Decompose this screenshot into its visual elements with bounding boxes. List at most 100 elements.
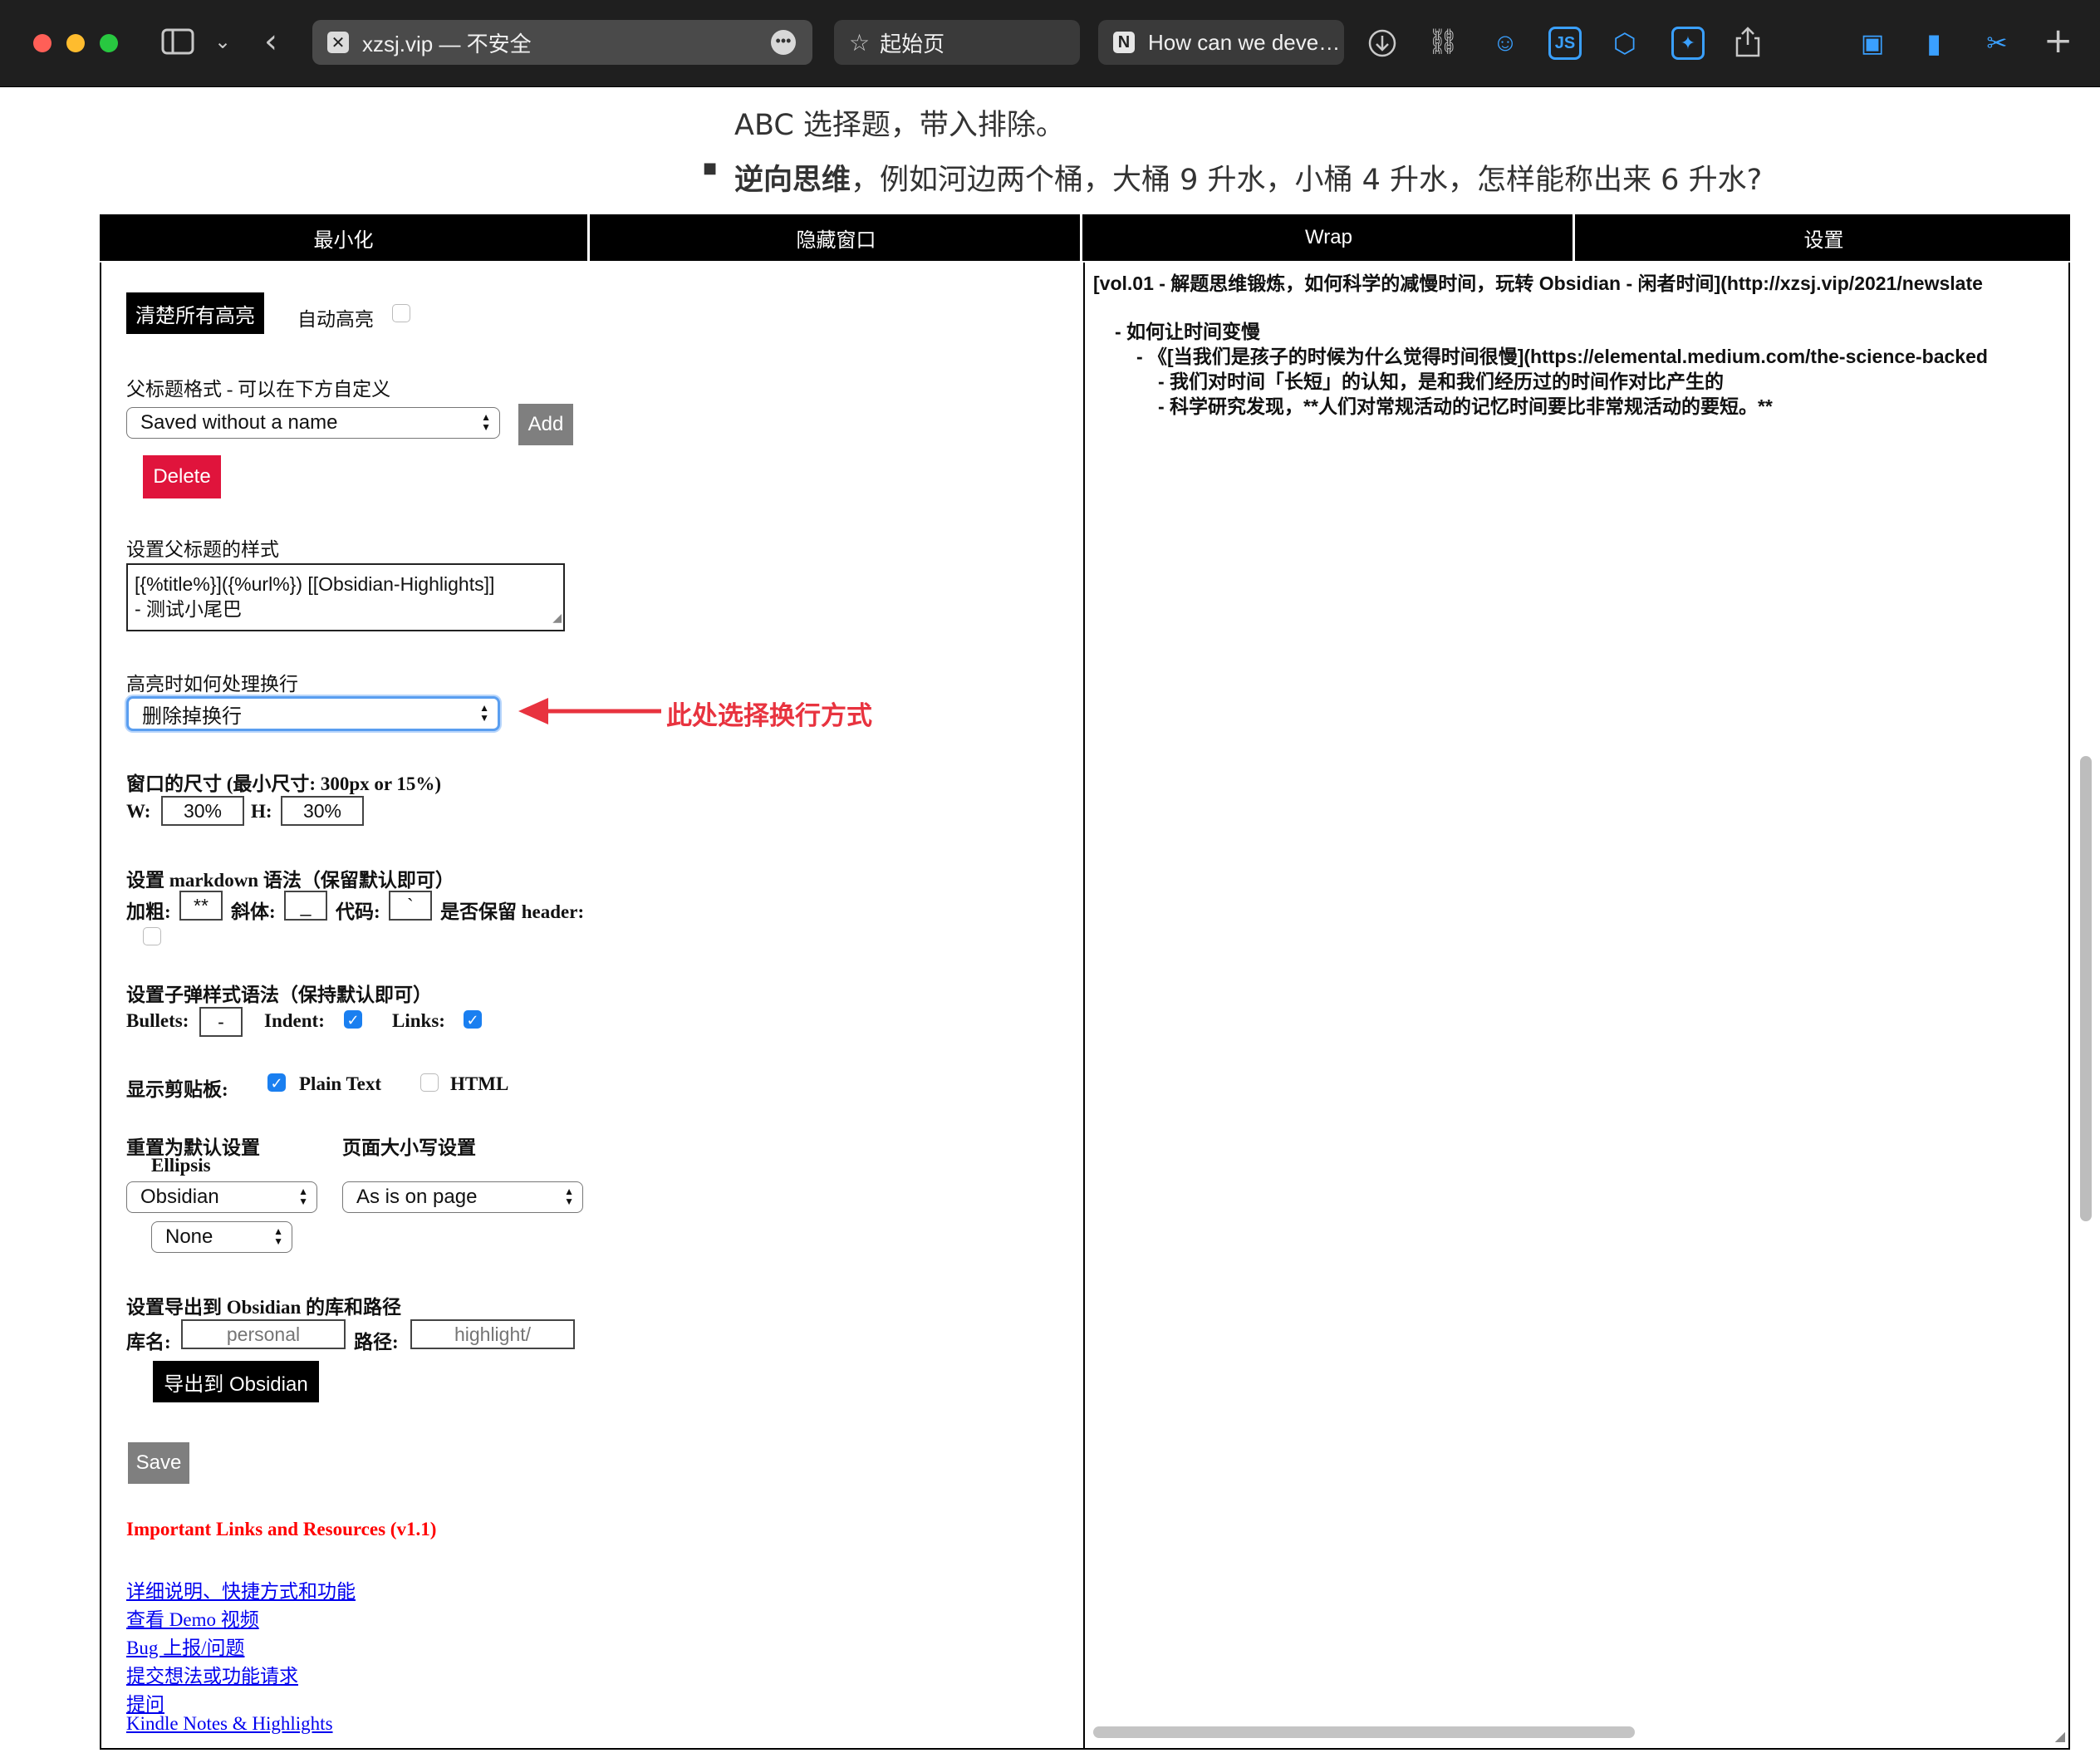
add-button[interactable]: Add [518, 404, 573, 445]
vault-input[interactable] [181, 1319, 346, 1349]
js-extension-icon[interactable]: JS [1548, 27, 1582, 60]
ellipsis-label: Ellipsis [151, 1155, 211, 1176]
bookmark-extension-icon[interactable]: ✦ [1671, 27, 1705, 60]
html-checkbox[interactable] [420, 1073, 439, 1092]
bold-label: 加粗: [126, 901, 171, 922]
link-icon[interactable]: ⛓ [1427, 30, 1459, 55]
tab-notion[interactable]: N How can we deve… [1098, 20, 1344, 65]
address-bar[interactable]: ✕ xzsj.vip — 不安全 ••• [312, 20, 812, 65]
height-label: H: [251, 801, 272, 822]
output-line-note: - 我们对时间「长短」的认知，是和我们经历过的时间作对比产生的 [1158, 371, 1725, 392]
links-checkbox[interactable]: ✓ [464, 1010, 482, 1029]
textarea-line: - 测试小尾巴 [135, 598, 243, 620]
export-obsidian-button[interactable]: 导出到 Obsidian [153, 1361, 319, 1402]
link-feature-request[interactable]: 提交想法或功能请求 [126, 1660, 298, 1688]
parent-style-label: 设置父标题的样式 [126, 539, 279, 560]
textarea-line: [{%title%}]({%url%}) [[Obsidian-Highligh… [135, 573, 495, 595]
horizontal-scrollbar[interactable] [1093, 1726, 1635, 1738]
tab-start-page[interactable]: ☆ 起始页 [834, 20, 1080, 65]
back-icon[interactable]: ‹ [264, 25, 277, 58]
parent-title-format-label: 父标题格式 - 可以在下方自定义 [126, 379, 391, 400]
tab-label: 起始页 [880, 31, 945, 56]
link-docs[interactable]: 详细说明、快捷方式和功能 [126, 1575, 356, 1603]
italic-label: 斜体: [231, 901, 276, 922]
select-arrows-icon: ▲ ▼ [298, 1186, 308, 1207]
links-label: Links: [392, 1010, 445, 1031]
link-ask-question[interactable]: 提问 [126, 1688, 164, 1716]
highlight-output-panel[interactable]: [vol.01 - 解题思维锻炼，如何科学的减慢时间，玩转 Obsidian -… [1085, 263, 2070, 1750]
select-arrows-icon: ▲ ▼ [479, 702, 489, 724]
saved-format-select[interactable]: Saved without a name ▲ ▼ [126, 407, 500, 439]
clear-highlights-button[interactable]: 清楚所有高亮 [126, 292, 264, 334]
select-value: Obsidian [140, 1186, 219, 1208]
indent-checkbox[interactable]: ✓ [344, 1010, 362, 1029]
browser-toolbar: ⌄ ‹ ✕ xzsj.vip — 不安全 ••• ☆ 起始页 N How can… [0, 0, 2100, 87]
bullets-label: Bullets: [126, 1010, 189, 1031]
auto-highlight-checkbox[interactable] [392, 304, 410, 322]
download-icon[interactable] [1367, 28, 1397, 63]
share-icon[interactable] [1734, 25, 1761, 63]
output-line-title: [vol.01 - 解题思维锻炼，如何科学的减慢时间，玩转 Obsidian -… [1093, 273, 1983, 294]
width-input[interactable]: 30% [161, 796, 244, 826]
page-case-select[interactable]: As is on page ▲ ▼ [342, 1181, 583, 1213]
more-options-icon[interactable]: ••• [771, 30, 796, 55]
new-tab-icon[interactable]: + [2044, 23, 2073, 58]
parent-style-textarea[interactable]: [{%title%}]({%url%}) [[Obsidian-Highligh… [126, 563, 565, 631]
page-scrollbar[interactable] [2080, 756, 2092, 1221]
tools-icon[interactable]: ✂ [1980, 27, 2014, 60]
zoom-window-button[interactable] [100, 34, 118, 52]
mask-extension-icon[interactable]: ☺ [1489, 27, 1522, 60]
italic-syntax-input[interactable]: _ [284, 891, 327, 921]
html-label: HTML [450, 1073, 509, 1094]
minimize-window-button[interactable] [66, 34, 85, 52]
delete-button[interactable]: Delete [143, 455, 221, 498]
chevron-down-icon[interactable]: ⌄ [214, 32, 231, 52]
newline-handling-select[interactable]: 删除掉换行 ▲ ▼ [126, 696, 500, 731]
indent-label: Indent: [264, 1010, 325, 1031]
markdown-syntax-label: 设置 markdown 语法（保留默认即可） [126, 870, 454, 891]
minimize-button[interactable]: 最小化 [100, 214, 590, 261]
link-demo-video[interactable]: 查看 Demo 视频 [126, 1603, 259, 1632]
settings-button[interactable]: 设置 [1577, 214, 2070, 261]
select-arrows-icon: ▲ ▼ [481, 411, 491, 433]
path-input[interactable] [410, 1319, 575, 1349]
keep-header-label: 是否保留 header: [440, 901, 585, 922]
link-bug-report[interactable]: Bug 上报/问题 [126, 1632, 244, 1660]
tab-label: How can we deve… [1148, 29, 1341, 55]
resize-handle-icon[interactable]: ◢ [552, 605, 562, 630]
article-bullet: 逆向思维，例如河边两个桶，大桶 9 升水，小桶 4 升水，怎样能称出来 6 升水… [734, 156, 1762, 199]
article-bullet-bold: 逆向思维 [734, 164, 851, 197]
page-case-label: 页面大小写设置 [342, 1137, 476, 1158]
ellipsis-select[interactable]: None ▲ ▼ [151, 1221, 292, 1253]
plain-text-checkbox[interactable]: ✓ [267, 1073, 286, 1092]
keep-header-checkbox[interactable] [143, 927, 161, 945]
height-input[interactable]: 30% [281, 796, 364, 826]
select-value: None [165, 1225, 213, 1248]
insecure-site-icon: ✕ [327, 32, 349, 53]
wrap-button[interactable]: Wrap [1085, 214, 1575, 261]
code-syntax-input[interactable]: ` [389, 891, 432, 921]
path-label: 路径: [354, 1332, 399, 1353]
export-path-label: 设置导出到 Obsidian 的库和路径 [126, 1297, 401, 1318]
annotation-text: 此处选择换行方式 [666, 701, 872, 730]
newline-handling-label: 高亮时如何处理换行 [126, 674, 298, 695]
code-label: 代码: [336, 901, 380, 922]
settings-panel: 清楚所有高亮 自动高亮 父标题格式 - 可以在下方自定义 Saved witho… [100, 263, 1085, 1750]
close-window-button[interactable] [33, 34, 52, 52]
output-line-heading: - 如何让时间变慢 [1115, 321, 1261, 342]
picture-in-picture-icon[interactable]: ▣ [1856, 27, 1889, 60]
bullets-input[interactable]: - [199, 1007, 243, 1037]
hide-window-button[interactable]: 隐藏窗口 [592, 214, 1082, 261]
show-clipboard-label: 显示剪贴板: [126, 1079, 228, 1100]
window-size-label: 窗口的尺寸 (最小尺寸: 300px or 15%) [126, 773, 442, 794]
article-bullet-text: ，例如河边两个桶，大桶 9 升水，小桶 4 升水，怎样能称出来 6 升水? [851, 164, 1763, 197]
resize-handle-icon[interactable]: ◢ [2055, 1728, 2065, 1745]
reset-default-select[interactable]: Obsidian ▲ ▼ [126, 1181, 317, 1213]
cube-extension-icon[interactable]: ⬡ [1608, 27, 1641, 60]
bold-syntax-input[interactable]: ** [179, 891, 223, 921]
save-button[interactable]: Save [128, 1442, 189, 1484]
sidebar-toggle-icon[interactable] [161, 28, 194, 60]
link-kindle-notes[interactable]: Kindle Notes & Highlights [126, 1713, 333, 1735]
reading-list-icon[interactable]: ▮ [1917, 27, 1950, 60]
highlighter-menubar: 最小化 隐藏窗口 Wrap 设置 [100, 214, 2070, 261]
